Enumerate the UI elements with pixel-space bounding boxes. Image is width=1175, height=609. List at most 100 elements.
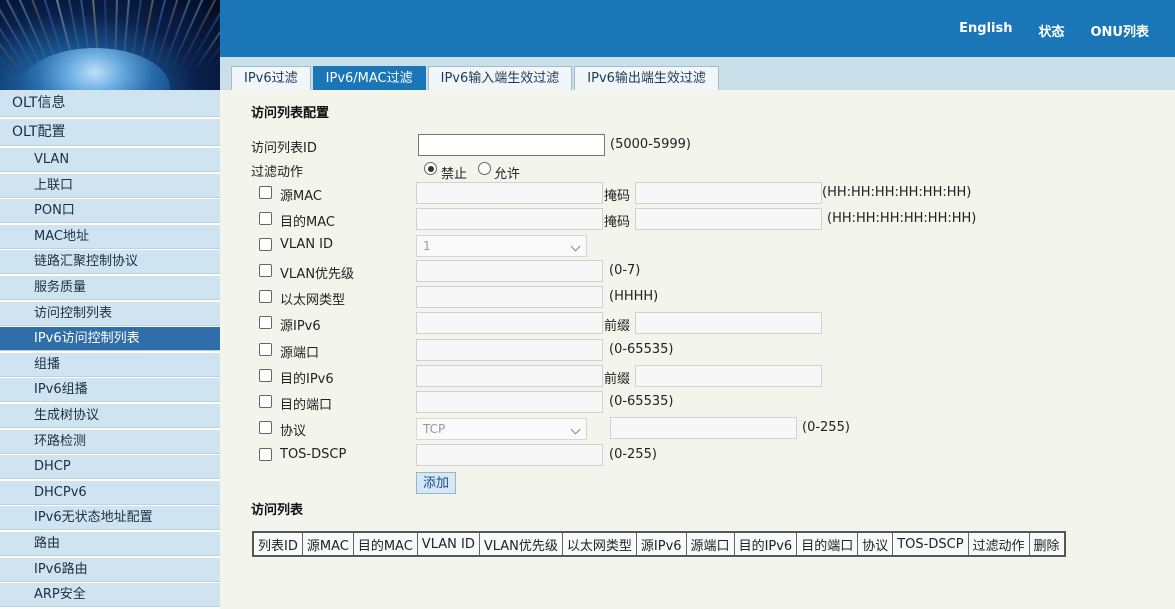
tos-dscp-row: TOS-DSCP (0-255) <box>251 444 1151 466</box>
tab-ipv6-mac-filter[interactable]: IPv6/MAC过滤 <box>312 66 426 90</box>
sidebar-item-lacp[interactable]: 链路汇聚控制协议 <box>0 250 220 275</box>
acl-id-label: 访问列表ID <box>251 141 317 156</box>
action-permit-label: 允许 <box>494 167 521 182</box>
sidebar-item-ipv6-slaac[interactable]: IPv6无状态地址配置 <box>0 506 220 531</box>
protocol-hint: (0-255) <box>802 420 850 435</box>
sidebar-item-arp-security[interactable]: ARP安全 <box>0 583 220 608</box>
protocol-number-input[interactable] <box>610 417 797 439</box>
tab-ipv6-ingress-filter[interactable]: IPv6输入端生效过滤 <box>427 66 573 90</box>
dst-port-input[interactable] <box>416 391 603 413</box>
sidebar-item-olt-info[interactable]: OLT信息 <box>0 90 220 117</box>
chevron-down-icon <box>570 424 581 435</box>
sidebar-item-vlan[interactable]: VLAN <box>0 148 220 172</box>
vlan-priority-checkbox[interactable] <box>259 264 272 277</box>
acl-list-title: 访问列表 <box>251 503 304 518</box>
src-port-hint: (0-65535) <box>609 342 674 357</box>
chevron-down-icon <box>570 241 581 252</box>
src-mac-row: 源MAC 掩码 (HH:HH:HH:HH:HH:HH) <box>251 182 1151 204</box>
protocol-label: 协议 <box>280 424 307 439</box>
add-button[interactable]: 添加 <box>416 472 457 494</box>
action-deny-radio[interactable] <box>424 162 437 175</box>
tos-dscp-label: TOS-DSCP <box>280 447 347 462</box>
sidebar-item-qos[interactable]: 服务质量 <box>0 275 220 300</box>
col-dst-mac: 目的MAC <box>352 531 418 557</box>
src-ipv6-input[interactable] <box>416 312 603 334</box>
filter-action-row: 过滤动作 禁止 允许 <box>251 158 1151 182</box>
ether-type-row: 以太网类型 (HHHH) <box>251 286 1151 308</box>
top-header-bar: English 状态 ONU列表 <box>220 0 1175 57</box>
fiber-strand-decoration <box>186 0 220 71</box>
src-mac-input[interactable] <box>416 182 603 204</box>
sidebar-item-stp[interactable]: 生成树协议 <box>0 403 220 428</box>
dst-mac-input[interactable] <box>416 208 603 230</box>
dst-mac-row: 目的MAC 掩码 (HH:HH:HH:HH:HH:HH) <box>251 208 1151 230</box>
sidebar-item-loop-detect[interactable]: 环路检测 <box>0 429 220 454</box>
ether-type-hint: (HHHH) <box>609 289 659 304</box>
src-mac-mask-label: 掩码 <box>604 189 631 204</box>
col-delete: 删除 <box>1028 531 1066 557</box>
action-deny-label: 禁止 <box>441 167 468 182</box>
main-content: 访问列表配置 访问列表ID (5000-5999) 过滤动作 禁止 允许 源MA… <box>220 90 1175 609</box>
dst-ipv6-prefix-input[interactable] <box>635 365 822 387</box>
vlan-priority-hint: (0-7) <box>609 263 641 278</box>
src-mac-checkbox[interactable] <box>259 186 272 199</box>
tab-bar: IPv6过滤 IPv6/MAC过滤 IPv6输入端生效过滤 IPv6输出端生效过… <box>231 66 719 90</box>
col-vlan-priority: VLAN优先级 <box>478 531 563 557</box>
src-port-row: 源端口 (0-65535) <box>251 339 1151 361</box>
sidebar-item-uplink[interactable]: 上联口 <box>0 173 220 198</box>
sidebar-item-mac-address[interactable]: MAC地址 <box>0 224 220 249</box>
protocol-select[interactable]: TCP <box>416 418 587 440</box>
sidebar: OLT信息 OLT配置 VLAN 上联口 PON口 MAC地址 链路汇聚控制协议… <box>0 90 220 609</box>
acl-id-input[interactable] <box>418 134 605 156</box>
src-mac-mask-input[interactable] <box>635 182 822 204</box>
src-port-label: 源端口 <box>280 346 320 361</box>
dst-port-row: 目的端口 (0-65535) <box>251 391 1151 413</box>
dst-mac-hint: (HH:HH:HH:HH:HH:HH) <box>827 211 977 226</box>
sidebar-item-acl[interactable]: 访问控制列表 <box>0 301 220 326</box>
sidebar-item-dhcp[interactable]: DHCP <box>0 455 220 480</box>
sidebar-item-olt-config[interactable]: OLT配置 <box>0 119 220 146</box>
sidebar-item-pon-port[interactable]: PON口 <box>0 199 220 224</box>
ether-type-checkbox[interactable] <box>259 290 272 303</box>
src-mac-hint: (HH:HH:HH:HH:HH:HH) <box>822 185 972 200</box>
vlan-id-row: VLAN ID 1 <box>251 234 1151 257</box>
src-port-checkbox[interactable] <box>259 343 272 356</box>
tab-ipv6-filter[interactable]: IPv6过滤 <box>231 66 311 90</box>
protocol-row: 协议 TCP (0-255) <box>251 417 1151 440</box>
tos-dscp-input[interactable] <box>416 444 603 466</box>
col-protocol: 协议 <box>857 531 894 557</box>
sidebar-item-ipv6-route[interactable]: IPv6路由 <box>0 557 220 582</box>
sidebar-item-ipv6-acl[interactable]: IPv6访问控制列表 <box>0 327 220 352</box>
sidebar-item-ipv6-multicast[interactable]: IPv6组播 <box>0 378 220 403</box>
status-link[interactable]: 状态 <box>1038 21 1064 40</box>
sidebar-item-route[interactable]: 路由 <box>0 531 220 556</box>
dst-ipv6-input[interactable] <box>416 365 603 387</box>
dst-port-checkbox[interactable] <box>259 395 272 408</box>
tos-dscp-hint: (0-255) <box>609 447 657 462</box>
sidebar-item-dhcpv6[interactable]: DHCPv6 <box>0 480 220 505</box>
src-ipv6-label: 源IPv6 <box>280 319 321 334</box>
dst-mac-checkbox[interactable] <box>259 212 272 225</box>
brand-banner-image <box>0 0 220 90</box>
sidebar-item-multicast[interactable]: 组播 <box>0 352 220 377</box>
tab-ipv6-egress-filter[interactable]: IPv6输出端生效过滤 <box>574 66 719 90</box>
src-ipv6-checkbox[interactable] <box>259 316 272 329</box>
vlan-priority-input[interactable] <box>416 260 603 282</box>
src-port-input[interactable] <box>416 339 603 361</box>
dst-ipv6-row: 目的IPv6 前缀 <box>251 365 1151 387</box>
src-ipv6-prefix-input[interactable] <box>635 312 822 334</box>
action-permit-radio[interactable] <box>478 162 491 175</box>
vlan-id-checkbox[interactable] <box>259 238 272 251</box>
dst-mac-label: 目的MAC <box>280 215 335 230</box>
tos-dscp-checkbox[interactable] <box>259 448 272 461</box>
col-src-mac: 源MAC <box>301 531 354 557</box>
vlan-id-select[interactable]: 1 <box>416 235 587 257</box>
protocol-checkbox[interactable] <box>259 421 272 434</box>
language-english-link[interactable]: English <box>959 21 1012 40</box>
col-ether-type: 以太网类型 <box>561 531 637 557</box>
onu-list-link[interactable]: ONU列表 <box>1091 21 1150 40</box>
dst-mac-mask-input[interactable] <box>635 208 822 230</box>
acl-config-title: 访问列表配置 <box>251 106 330 121</box>
dst-ipv6-checkbox[interactable] <box>259 369 272 382</box>
ether-type-input[interactable] <box>416 286 603 308</box>
